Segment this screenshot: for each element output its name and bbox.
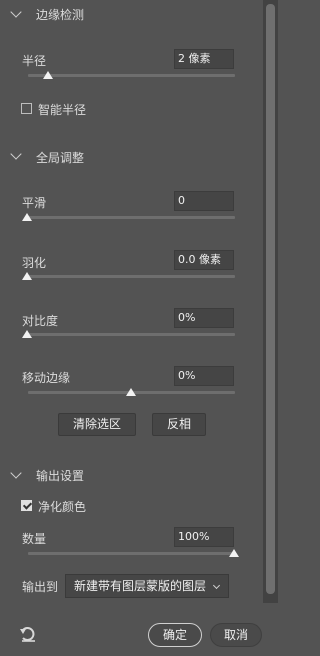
section-title-global-adjust: 全局调整 bbox=[36, 151, 85, 165]
radius-field[interactable]: 2 像素 bbox=[174, 49, 234, 69]
scrollbar-thumb[interactable] bbox=[266, 4, 275, 594]
invert-button[interactable]: 反相 bbox=[152, 413, 206, 436]
chevron-down-icon bbox=[10, 467, 22, 479]
chevron-down-icon bbox=[212, 581, 221, 590]
section-title-edge-detection: 边缘检测 bbox=[36, 8, 85, 22]
section-header-output[interactable] bbox=[10, 467, 22, 483]
radius-slider-track[interactable] bbox=[28, 74, 235, 77]
section-header-edge-detection[interactable] bbox=[10, 6, 22, 22]
smooth-slider-thumb[interactable] bbox=[22, 213, 32, 221]
shift-edge-field[interactable]: 0% bbox=[174, 366, 234, 386]
clear-selection-button[interactable]: 清除选区 bbox=[58, 413, 136, 436]
amount-label: 数量 bbox=[22, 532, 47, 546]
feather-slider-thumb[interactable] bbox=[22, 272, 32, 280]
amount-field[interactable]: 100% bbox=[174, 527, 234, 547]
contrast-slider-thumb[interactable] bbox=[22, 330, 32, 338]
section-title-output: 输出设置 bbox=[36, 469, 85, 483]
reset-icon[interactable] bbox=[19, 626, 37, 642]
decontaminate-checkbox[interactable] bbox=[21, 500, 32, 511]
section-header-global-adjust[interactable] bbox=[10, 148, 22, 164]
smooth-slider-track[interactable] bbox=[28, 216, 235, 219]
contrast-label: 对比度 bbox=[22, 314, 59, 328]
ok-button[interactable]: 确定 bbox=[148, 623, 202, 647]
contrast-field[interactable]: 0% bbox=[174, 308, 234, 328]
shift-edge-label: 移动边缘 bbox=[22, 371, 71, 385]
feather-slider-track[interactable] bbox=[28, 275, 235, 278]
contrast-slider-track[interactable] bbox=[28, 333, 235, 336]
amount-slider-thumb[interactable] bbox=[229, 549, 239, 557]
smart-radius-label: 智能半径 bbox=[38, 103, 87, 117]
shift-edge-slider-thumb[interactable] bbox=[126, 388, 136, 396]
feather-label: 羽化 bbox=[22, 256, 47, 270]
decontaminate-label: 净化颜色 bbox=[38, 500, 87, 514]
properties-panel: 边缘检测 半径 2 像素 智能半径 全局调整 平滑 0 羽化 0.0 像素 对比… bbox=[0, 0, 262, 656]
chevron-down-icon bbox=[10, 6, 22, 18]
amount-slider-track[interactable] bbox=[28, 552, 235, 555]
radius-slider-thumb[interactable] bbox=[43, 71, 53, 79]
smooth-field[interactable]: 0 bbox=[174, 191, 234, 211]
output-to-value: 新建带有图层蒙版的图层 bbox=[74, 579, 207, 593]
radius-label: 半径 bbox=[22, 54, 47, 68]
output-to-select[interactable]: 新建带有图层蒙版的图层 bbox=[65, 574, 229, 598]
output-to-label: 输出到 bbox=[22, 580, 59, 594]
chevron-down-icon bbox=[10, 148, 22, 160]
feather-field[interactable]: 0.0 像素 bbox=[174, 250, 234, 270]
cancel-button[interactable]: 取消 bbox=[210, 623, 262, 647]
smooth-label: 平滑 bbox=[22, 196, 47, 210]
smart-radius-checkbox[interactable] bbox=[21, 103, 32, 114]
